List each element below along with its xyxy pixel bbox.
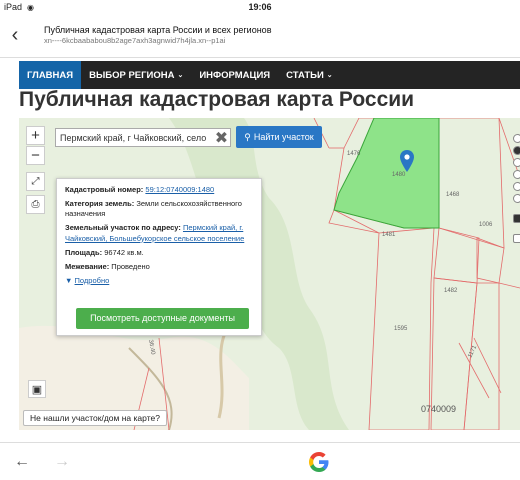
survey-label: Межевание: (65, 261, 110, 271)
view-documents-button[interactable]: Посмотреть доступные документы (76, 308, 249, 329)
find-parcel-button[interactable]: ⚲ Найти участок (236, 126, 322, 148)
parcel-label: 1595 (394, 326, 408, 332)
layer-radio[interactable] (513, 134, 520, 143)
nav-info-label: ИНФОРМАЦИЯ (199, 69, 271, 81)
cadastral-map[interactable]: 1476 1480 1468 1006 1481 1482 1595 1171 … (19, 118, 520, 430)
parcel-label: 1468 (446, 192, 460, 198)
map-pin-icon[interactable] (400, 150, 414, 177)
browser-toolbar: ← → (0, 442, 520, 480)
area-value: 96742 кв.м. (104, 247, 144, 257)
parcel-info-panel: Кадастровый номер: 59:12:0740009:1480 Ка… (56, 178, 262, 336)
chevron-down-icon: ⌄ (177, 72, 184, 79)
nav-region-select[interactable]: ВЫБОР РЕГИОНА ⌄ (81, 61, 191, 89)
nav-home[interactable]: ГЛАВНАЯ (19, 61, 82, 89)
caret-down-icon: ▼ (65, 275, 73, 285)
arrow-right-icon: → (54, 453, 70, 470)
layer-square-icon: ▣ (31, 383, 43, 396)
zoom-out-label: − (31, 147, 40, 164)
layer-radio[interactable] (513, 158, 520, 167)
search-input[interactable]: Пермский край, г Чайковский, село (55, 128, 231, 147)
device-name: iPad (4, 2, 23, 12)
find-parcel-label: Найти участок (253, 132, 314, 142)
status-bar: iPad ◉ 19:06 (0, 0, 520, 14)
clear-search-icon[interactable]: ✖ (212, 128, 231, 147)
area-label: Площадь: (65, 247, 103, 257)
layer-checkbox[interactable] (513, 214, 520, 223)
layer-radio[interactable] (513, 170, 520, 179)
cadastral-block-label: 0740009 (421, 404, 457, 414)
google-logo-icon[interactable] (308, 451, 330, 478)
category-label: Категория земель: (65, 199, 135, 209)
parcel-label: 1481 (382, 232, 396, 238)
page-title: Публичная кадастровая карта России (19, 88, 415, 111)
wifi-icon: ◉ (27, 2, 34, 12)
chevron-left-icon[interactable]: ‹ (0, 24, 30, 47)
fullscreen-button[interactable]: ⤢ (26, 172, 45, 191)
not-found-button[interactable]: Не нашли участок/дом на карте? (23, 410, 167, 426)
url-text: xn----6kcbaababou8b2age7axh3agnwid7h4jla… (44, 36, 226, 46)
page-tab-title: Публичная кадастровая карта России и все… (44, 24, 272, 35)
arrow-left-icon[interactable]: ← (14, 453, 30, 471)
more-details-link[interactable]: ▼ Подробно (65, 276, 253, 286)
chevron-down-icon: ⌄ (326, 72, 333, 79)
more-details-label: Подробно (74, 275, 110, 285)
nav-articles-label: СТАТЬИ (286, 69, 324, 81)
address-bar[interactable]: ‹ Публичная кадастровая карта России и в… (0, 14, 520, 58)
nav-articles[interactable]: СТАТЬИ ⌄ (278, 61, 341, 89)
search-icon: ⚲ (244, 131, 251, 142)
layer-radio[interactable] (513, 194, 520, 203)
survey-value: Проведено (111, 261, 150, 271)
zoom-in-button[interactable]: + (26, 126, 45, 145)
parcel-label: 1482 (444, 288, 458, 294)
printer-icon: ⎙ (31, 199, 40, 210)
parcel-label: 1476 (347, 151, 361, 157)
clock: 19:06 (248, 2, 272, 12)
nav-home-label: ГЛАВНАЯ (27, 69, 74, 81)
zoom-out-button[interactable]: − (26, 146, 45, 165)
address-label: Земельный участок по адресу: (65, 223, 181, 233)
cadnum-label: Кадастровый номер: (65, 185, 144, 194)
expand-icon: ⤢ (31, 176, 40, 187)
cadnum-link[interactable]: 59:12:0740009:1480 (145, 185, 214, 194)
layer-radio[interactable] (513, 146, 520, 155)
zoom-in-label: + (31, 127, 40, 144)
layers-button[interactable]: ▣ (28, 380, 46, 398)
nav-info[interactable]: ИНФОРМАЦИЯ (191, 61, 278, 89)
layer-radio[interactable] (513, 182, 520, 191)
parcel-label: 1006 (479, 222, 493, 228)
main-navbar: ГЛАВНАЯ ВЫБОР РЕГИОНА ⌄ ИНФОРМАЦИЯ СТАТЬИ… (19, 61, 520, 89)
address-text[interactable]: Публичная кадастровая карта России и все… (44, 25, 271, 46)
layer-checkbox[interactable] (513, 234, 520, 243)
print-button[interactable]: ⎙ (26, 195, 45, 214)
nav-region-label: ВЫБОР РЕГИОНА (89, 69, 175, 81)
